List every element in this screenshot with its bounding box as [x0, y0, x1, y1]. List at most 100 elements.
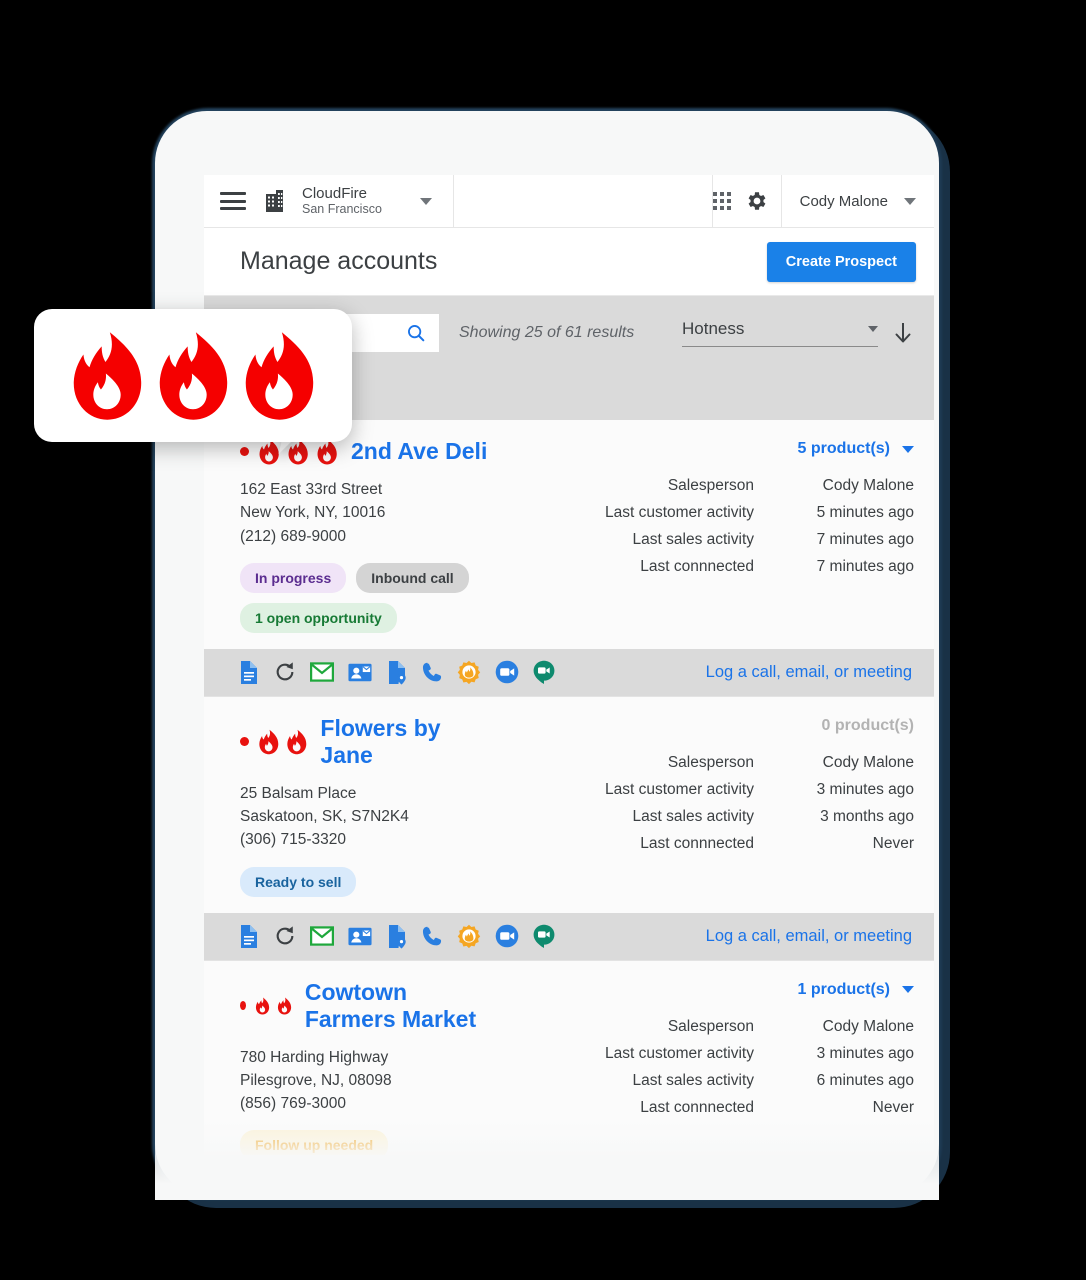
- apps-grid-icon[interactable]: [712, 192, 731, 210]
- chevron-down-icon[interactable]: [419, 197, 432, 205]
- screenshot-stage: CloudFire San Francisco Cody Malone Mana…: [0, 0, 1086, 1280]
- chevron-down-icon[interactable]: [902, 986, 914, 993]
- refresh-icon[interactable]: [274, 660, 296, 684]
- account-card-left: Flowers by Jane 25 Balsam Place Saskatoon…: [240, 715, 494, 897]
- gear-icon[interactable]: [745, 189, 769, 213]
- sort-controls: Hotness: [682, 319, 914, 347]
- salesperson-label: Salesperson: [667, 477, 754, 494]
- page-header: Manage accounts Create Prospect: [204, 228, 934, 296]
- salesperson-value: Cody Malone: [822, 1017, 914, 1035]
- video-call-icon[interactable]: [495, 660, 519, 684]
- account-action-bar: Log a call, email, or meeting: [204, 648, 934, 696]
- document-icon[interactable]: [238, 924, 260, 949]
- salesperson-value: Cody Malone: [822, 477, 914, 494]
- location-document-icon[interactable]: [386, 924, 408, 949]
- org-switcher[interactable]: CloudFire San Francisco: [204, 175, 454, 227]
- status-badge[interactable]: In progress: [240, 562, 347, 593]
- user-menu[interactable]: Cody Malone: [782, 175, 934, 227]
- meet-video-icon[interactable]: [533, 924, 555, 948]
- product-count[interactable]: 5 product(s): [798, 440, 890, 458]
- contact-card-icon[interactable]: [348, 926, 372, 947]
- account-phone: (856) 769-3000: [240, 1095, 346, 1112]
- account-address-line2: Pilesgrove, NJ, 08098: [240, 1071, 392, 1089]
- meta-row: Last connnected Never: [494, 1094, 914, 1121]
- top-bar-spacer: [454, 175, 713, 227]
- meta-row: Salesperson Cody Malone: [494, 749, 914, 776]
- action-icon-group: [238, 924, 555, 949]
- account-name-link[interactable]: Flowers by Jane: [320, 715, 494, 769]
- last-customer-activity-label: Last customer activity: [604, 780, 754, 798]
- last-customer-activity-value: 5 minutes ago: [816, 504, 914, 522]
- status-badge[interactable]: Follow up needed: [240, 1130, 389, 1155]
- account-card-body: 2nd Ave Deli 162 East 33rd Street New Yor…: [204, 420, 934, 649]
- status-badge[interactable]: Inbound call: [356, 562, 469, 593]
- log-activity-link[interactable]: Log a call, email, or meeting: [706, 663, 922, 682]
- meta-row: Last connnected 7 minutes ago: [494, 553, 914, 580]
- location-document-icon[interactable]: [386, 660, 408, 685]
- account-header: Cowtown Farmers Market: [240, 979, 494, 1033]
- account-list: 2nd Ave Deli 162 East 33rd Street New Yor…: [204, 420, 934, 1155]
- flame-icon: [159, 331, 228, 420]
- account-card: Flowers by Jane 25 Balsam Place Saskatoon…: [204, 696, 934, 961]
- last-customer-activity-value: 3 minutes ago: [816, 780, 914, 798]
- account-address-line1: 780 Harding Highway: [240, 1048, 389, 1066]
- chevron-down-icon[interactable]: [868, 326, 878, 332]
- search-icon[interactable]: [405, 322, 427, 344]
- last-sales-activity-value: 7 minutes ago: [816, 531, 914, 549]
- email-icon[interactable]: [310, 926, 334, 946]
- action-icon-group: [238, 660, 555, 685]
- document-icon[interactable]: [238, 660, 260, 685]
- building-icon: [266, 190, 283, 212]
- last-sales-activity-label: Last sales activity: [632, 1071, 754, 1089]
- org-text-block: CloudFire San Francisco: [302, 185, 382, 217]
- last-customer-activity-value: 3 minutes ago: [816, 1044, 914, 1062]
- account-card-left: Cowtown Farmers Market 780 Harding Highw…: [240, 979, 494, 1155]
- log-activity-link[interactable]: Log a call, email, or meeting: [706, 927, 922, 946]
- last-sales-activity-value: 3 months ago: [820, 808, 914, 825]
- status-badge[interactable]: Ready to sell: [240, 866, 357, 897]
- org-location: San Francisco: [302, 202, 382, 217]
- org-name: CloudFire: [302, 185, 368, 203]
- hotness-dot: [240, 447, 249, 456]
- contact-card-icon[interactable]: [348, 662, 372, 683]
- create-prospect-button[interactable]: Create Prospect: [766, 241, 916, 282]
- account-card: 2nd Ave Deli 162 East 33rd Street New Yor…: [204, 420, 934, 697]
- last-connected-label: Last connnected: [640, 1098, 754, 1116]
- meet-video-icon[interactable]: [533, 660, 555, 685]
- arrow-down-icon[interactable]: [892, 320, 914, 346]
- account-card: Cowtown Farmers Market 780 Harding Highw…: [204, 960, 934, 1155]
- chevron-down-icon[interactable]: [904, 197, 916, 205]
- badge-icon[interactable]: [457, 660, 481, 685]
- account-name-link[interactable]: Cowtown Farmers Market: [305, 979, 494, 1033]
- account-phone: (306) 715-3320: [240, 831, 346, 849]
- phone-icon[interactable]: [422, 661, 443, 683]
- account-address-line2: Saskatoon, SK, S7N2K4: [240, 808, 409, 825]
- account-name-link[interactable]: 2nd Ave Deli: [351, 438, 487, 465]
- hamburger-icon[interactable]: [220, 192, 246, 210]
- last-customer-activity-label: Last customer activity: [604, 1044, 754, 1062]
- last-connected-value: Never: [872, 1098, 914, 1116]
- flame-icon: [287, 729, 307, 755]
- chevron-down-icon[interactable]: [902, 445, 914, 453]
- hotness-callout: [34, 309, 352, 442]
- account-address-line2: New York, NY, 10016: [240, 504, 386, 522]
- top-bar-icon-group: [712, 175, 782, 227]
- meta-row: Salesperson Cody Malone: [494, 1013, 914, 1040]
- sort-select[interactable]: Hotness: [682, 319, 878, 347]
- account-meta-table: Salesperson Cody Malone Last customer ac…: [494, 749, 914, 858]
- last-connected-label: Last connnected: [640, 558, 754, 576]
- account-address: 162 East 33rd Street New York, NY, 10016 (…: [240, 478, 494, 548]
- status-badge-group: In progress Inbound call 1 open opportunit…: [240, 562, 494, 633]
- meta-row: Salesperson Cody Malone: [494, 472, 914, 499]
- email-icon[interactable]: [310, 662, 334, 682]
- meta-row: Last sales activity 6 minutes ago: [494, 1067, 914, 1094]
- video-call-icon[interactable]: [495, 924, 519, 948]
- badge-icon[interactable]: [457, 924, 481, 948]
- status-badge[interactable]: 1 open opportunity: [240, 602, 397, 633]
- flame-icon: [73, 331, 142, 420]
- product-count-row: 1 product(s): [494, 981, 914, 999]
- refresh-icon[interactable]: [274, 924, 296, 948]
- flame-icon: [317, 439, 337, 464]
- phone-icon[interactable]: [422, 925, 443, 947]
- product-count[interactable]: 1 product(s): [798, 981, 890, 999]
